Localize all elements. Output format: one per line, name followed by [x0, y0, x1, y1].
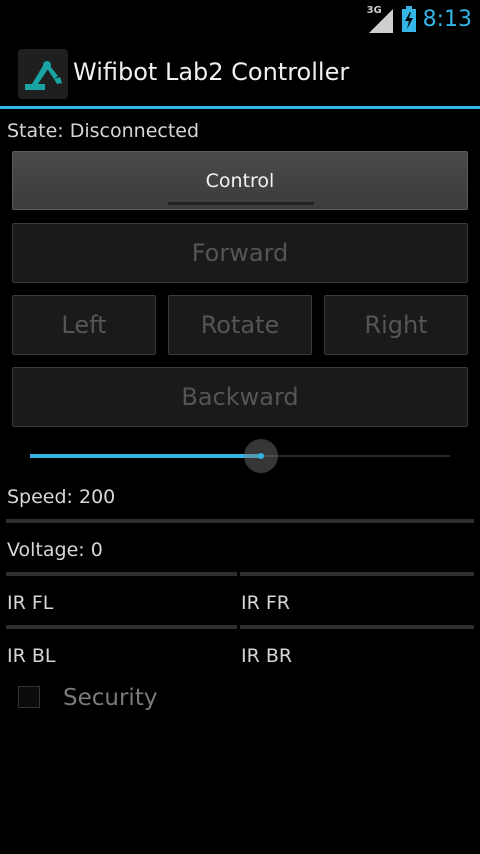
- backward-button[interactable]: Backward: [12, 367, 468, 427]
- ir-fl-label: IR FL: [7, 592, 54, 614]
- left-button-label: Left: [61, 311, 107, 339]
- battery-icon: [401, 6, 417, 32]
- robot-arm-icon[interactable]: [18, 49, 68, 99]
- security-label[interactable]: Security: [63, 685, 157, 711]
- right-button-label: Right: [364, 311, 428, 339]
- ir-fl-bar: [6, 572, 237, 576]
- speed-bar: [6, 519, 474, 523]
- left-button[interactable]: Left: [12, 295, 156, 355]
- slider-thumb-dot: [258, 453, 264, 459]
- action-bar-divider: [0, 106, 480, 109]
- control-button-label: Control: [205, 169, 275, 192]
- ir-bl-label: IR BL: [7, 645, 56, 667]
- status-icons: 3G 8:13: [367, 0, 472, 38]
- voltage-label: Voltage: 0: [7, 539, 103, 561]
- ir-bl-bar: [6, 625, 237, 629]
- backward-button-label: Backward: [181, 383, 299, 411]
- status-bar: 3G 8:13: [0, 0, 480, 38]
- network-type: 3G: [366, 5, 382, 16]
- ir-br-label: IR BR: [241, 645, 293, 667]
- right-button[interactable]: Right: [324, 295, 468, 355]
- speed-slider[interactable]: [30, 438, 450, 478]
- slider-thumb[interactable]: [244, 439, 278, 473]
- rotate-button[interactable]: Rotate: [168, 295, 312, 355]
- app-title: Wifibot Lab2 Controller: [73, 58, 350, 86]
- security-checkbox[interactable]: [18, 686, 40, 708]
- signal-icon: 3G: [367, 5, 395, 33]
- slider-fill: [30, 454, 261, 458]
- ir-fr-label: IR FR: [241, 592, 290, 614]
- forward-button-label: Forward: [191, 239, 289, 267]
- speed-label: Speed: 200: [7, 486, 116, 508]
- action-bar: Wifibot Lab2 Controller: [0, 38, 480, 108]
- rotate-button-label: Rotate: [200, 311, 280, 339]
- ir-fr-bar: [240, 572, 474, 576]
- ir-br-bar: [240, 625, 474, 629]
- forward-button[interactable]: Forward: [12, 223, 468, 283]
- connection-state: State: Disconnected: [7, 120, 200, 142]
- control-button[interactable]: Control: [12, 151, 468, 210]
- toggle-indicator: [168, 202, 314, 205]
- clock: 8:13: [422, 6, 472, 32]
